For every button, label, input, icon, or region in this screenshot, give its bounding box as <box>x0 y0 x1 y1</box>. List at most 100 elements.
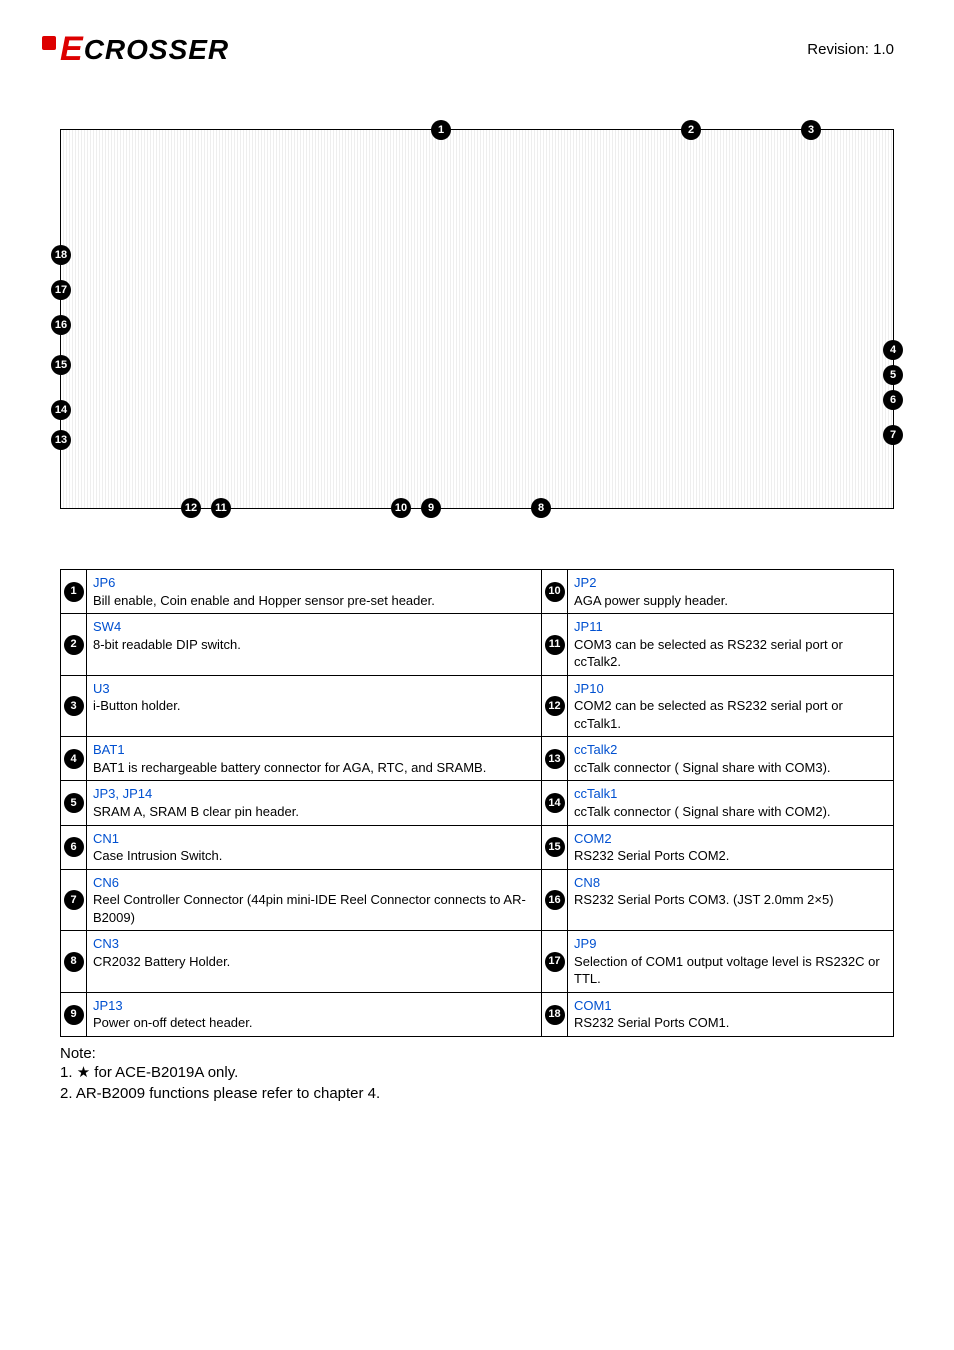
legend-description: BAT1 is rechargeable battery connector f… <box>93 760 486 775</box>
logo-letter-e: E <box>60 30 84 69</box>
legend-num-cell: 9 <box>61 992 87 1036</box>
legend-row: 8CN3CR2032 Battery Holder.17 JP9 Selection… <box>61 931 894 993</box>
legend-num-cell: 11 <box>542 614 568 676</box>
legend-description: COM3 can be selected as RS232 serial por… <box>574 637 843 670</box>
diagram-callout: 14 <box>51 400 71 420</box>
legend-desc-cell: CN3CR2032 Battery Holder. <box>87 931 542 993</box>
legend-desc-cell: BAT1BAT1 is rechargeable battery connect… <box>87 737 542 781</box>
legend-callout-badge: 2 <box>64 635 84 655</box>
legend-id: CN1 <box>93 831 119 846</box>
legend-description: COM2 can be selected as RS232 serial por… <box>574 698 843 731</box>
legend-id: SW4 <box>93 619 121 634</box>
legend-desc-cell: JP6Bill enable, Coin enable and Hopper s… <box>87 570 542 614</box>
page-header: ECROSSER Revision: 1.0 <box>60 30 894 69</box>
legend-description: RS232 Serial Ports COM1. <box>574 1015 729 1030</box>
legend-callout-badge: 14 <box>545 793 565 813</box>
legend-desc-cell: JP2 AGA power supply header. <box>568 570 894 614</box>
legend-callout-badge: 4 <box>64 749 84 769</box>
legend-desc-cell: JP3, JP14SRAM A, SRAM B clear pin header… <box>87 781 542 825</box>
legend-desc-cell: U3i-Button holder. <box>87 675 542 737</box>
legend-num-cell: 13 <box>542 737 568 781</box>
legend-description: 8-bit readable DIP switch. <box>93 637 241 652</box>
legend-id: CN6 <box>93 875 119 890</box>
star-icon: ★ <box>77 1064 90 1081</box>
diagram-callout: 4 <box>883 340 903 360</box>
legend-callout-badge: 16 <box>545 890 565 910</box>
legend-table: 1JP6Bill enable, Coin enable and Hopper … <box>60 569 894 1037</box>
legend-id: JP13 <box>93 998 123 1013</box>
legend-desc-cell: JP9 Selection of COM1 output voltage leve… <box>568 931 894 993</box>
legend-desc-cell: CN8 RS232 Serial Ports COM3. (JST 2.0mm 2… <box>568 869 894 931</box>
diagram-callout: 18 <box>51 245 71 265</box>
legend-desc-cell: JP10 COM2 can be selected as RS232 serial… <box>568 675 894 737</box>
legend-num-cell: 1 <box>61 570 87 614</box>
legend-description: Case Intrusion Switch. <box>93 848 222 863</box>
legend-num-cell: 16 <box>542 869 568 931</box>
legend-id: ccTalk2 <box>574 742 617 757</box>
legend-num-cell: 14 <box>542 781 568 825</box>
legend-id: JP3, JP14 <box>93 786 152 801</box>
logo-rest: CROSSER <box>84 34 229 66</box>
legend-row: 3U3i-Button holder.12 JP10 COM2 can be sel… <box>61 675 894 737</box>
logo: ECROSSER <box>60 30 229 69</box>
legend-id: JP11 <box>574 619 603 634</box>
revision-text: Revision: 1.0 <box>807 41 894 58</box>
legend-callout-badge: 7 <box>64 890 84 910</box>
legend-description: Selection of COM1 output voltage level i… <box>574 954 880 987</box>
legend-desc-cell: ccTalk2 ccTalk connector ( Signal share w… <box>568 737 894 781</box>
legend-num-cell: 2 <box>61 614 87 676</box>
notes-block: 1. ★ for ACE-B2019A only. 2. AR-B2009 fu… <box>60 1062 894 1104</box>
board-layout-diagram: 1 2 3 4 5 6 7 8 9 10 11 12 13 14 15 16 1… <box>60 129 894 509</box>
legend-desc-cell: JP13 Power on-off detect header. <box>87 992 542 1036</box>
legend-id: JP2 <box>574 575 596 590</box>
legend-description: RS232 Serial Ports COM3. (JST 2.0mm 2×5) <box>574 892 834 907</box>
note-line-2: 2. AR-B2009 functions please refer to ch… <box>60 1083 894 1104</box>
legend-callout-badge: 10 <box>545 582 565 602</box>
legend-num-cell: 4 <box>61 737 87 781</box>
legend-id: JP9 <box>574 936 596 951</box>
legend-row: 6 CN1 Case Intrusion Switch. 15 COM2 RS232 Se… <box>61 825 894 869</box>
legend-callout-badge: 1 <box>64 582 84 602</box>
legend-description: RS232 Serial Ports COM2. <box>574 848 729 863</box>
legend-id: ccTalk1 <box>574 786 617 801</box>
legend-id: COM1 <box>574 998 612 1013</box>
legend-num-cell: 8 <box>61 931 87 993</box>
legend-callout-badge: 11 <box>545 635 565 655</box>
diagram-callout: 10 <box>391 498 411 518</box>
legend-id: COM2 <box>574 831 612 846</box>
legend-desc-cell: SW4 8-bit readable DIP switch. <box>87 614 542 676</box>
legend-num-cell: 17 <box>542 931 568 993</box>
legend-row: 2 SW4 8-bit readable DIP switch. 11 JP11 COM3… <box>61 614 894 676</box>
note-line-1-rest: for ACE-B2019A only. <box>90 1064 238 1081</box>
legend-description: Reel Controller Connector (44pin mini-ID… <box>93 892 526 925</box>
legend-callout-badge: 13 <box>545 749 565 769</box>
diagram-callout: 17 <box>51 280 71 300</box>
legend-num-cell: 5 <box>61 781 87 825</box>
legend-id: JP6 <box>93 575 115 590</box>
legend-row: 5JP3, JP14SRAM A, SRAM B clear pin heade… <box>61 781 894 825</box>
legend-desc-cell: COM1 RS232 Serial Ports COM1. <box>568 992 894 1036</box>
legend-desc-cell: ccTalk1 ccTalk connector ( Signal share w… <box>568 781 894 825</box>
legend-id: U3 <box>93 681 110 696</box>
legend-id: JP10 <box>574 681 604 696</box>
diagram-callout: 9 <box>421 498 441 518</box>
legend-description: AGA power supply header. <box>574 593 728 608</box>
legend-description: Power on-off detect header. <box>93 1015 252 1030</box>
legend-callout-badge: 6 <box>64 837 84 857</box>
legend-num-cell: 7 <box>61 869 87 931</box>
legend-id: CN8 <box>574 875 600 890</box>
diagram-callout: 16 <box>51 315 71 335</box>
legend-callout-badge: 3 <box>64 696 84 716</box>
legend-row: 4BAT1BAT1 is rechargeable battery connec… <box>61 737 894 781</box>
legend-description: ccTalk connector ( Signal share with COM… <box>574 804 830 819</box>
legend-row: 9JP13Power on-off detect header.18COM1RS… <box>61 992 894 1036</box>
note-line-1: 1. ★ for ACE-B2019A only. <box>60 1062 894 1083</box>
legend-desc-cell: CN1 Case Intrusion Switch. <box>87 825 542 869</box>
legend-desc-cell: COM2 RS232 Serial Ports COM2. <box>568 825 894 869</box>
diagram-callout: 12 <box>181 498 201 518</box>
diagram-callout: 15 <box>51 355 71 375</box>
legend-callout-badge: 9 <box>64 1005 84 1025</box>
legend-num-cell: 12 <box>542 675 568 737</box>
legend-description: ccTalk connector ( Signal share with COM… <box>574 760 830 775</box>
legend-num-cell: 15 <box>542 825 568 869</box>
